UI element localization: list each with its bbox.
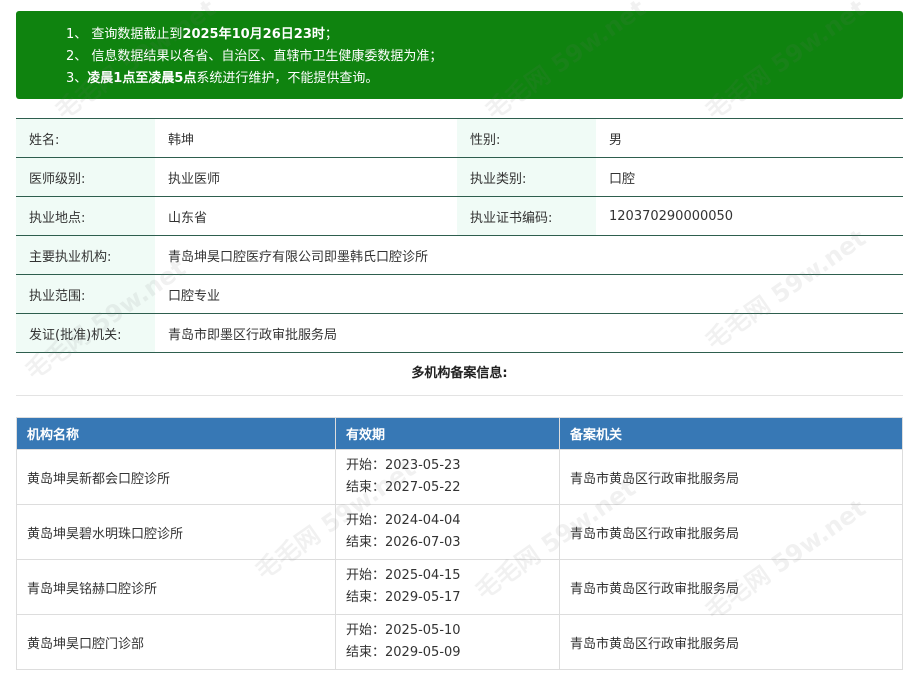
row-start-date: 开始：2025-05-10 xyxy=(346,623,461,638)
info-row-scope: 执业范围: 口腔专业 xyxy=(16,274,903,314)
multi-institution-title: 多机构备案信息: xyxy=(16,352,903,396)
level-value: 执业医师 xyxy=(168,171,221,187)
notice-banner: 1、 查询数据截止到2025年10月26日23时； 2、 信息数据结果以各省、自… xyxy=(16,11,903,99)
row-end-date: 结束：2029-05-17 xyxy=(346,590,461,605)
info-row-location: 执业地点: 山东省 执业证书编码: 120370290000050 xyxy=(16,196,903,236)
table-row: 黄岛坤昊口腔门诊部 开始：2025-05-10 结束：2029-05-09 青岛… xyxy=(16,614,903,670)
name-value: 韩坤 xyxy=(168,132,195,148)
row-validity: 开始：2023-05-23 结束：2027-05-22 xyxy=(335,449,560,505)
notice-line-3-suffix: 系统进行维护，不能提供查询。 xyxy=(196,71,379,86)
registry-table: 机构名称 有效期 备案机关 黄岛坤昊新都会口腔诊所 开始：2023-05-23 … xyxy=(16,417,903,670)
issuer-label: 发证(批准)机关: xyxy=(16,313,155,353)
notice-line-1: 1、 查询数据截止到2025年10月26日23时； xyxy=(66,24,903,46)
row-institution-name: 黄岛坤昊口腔门诊部 xyxy=(16,614,336,670)
registry-header-row: 机构名称 有效期 备案机关 xyxy=(16,417,903,450)
notice-line-3-time: 凌晨1点至凌晨5点 xyxy=(87,71,197,86)
institution-value: 青岛坤昊口腔医疗有限公司即墨韩氏口腔诊所 xyxy=(168,249,429,265)
row-start-date: 开始：2024-04-04 xyxy=(346,513,461,528)
institution-label: 主要执业机构: xyxy=(16,235,155,275)
header-institution-name: 机构名称 xyxy=(16,417,336,450)
row-start-date: 开始：2023-05-23 xyxy=(346,458,461,473)
row-end-date: 结束：2029-05-09 xyxy=(346,645,461,660)
notice-line-2: 2、 信息数据结果以各省、自治区、直辖市卫生健康委数据为准； xyxy=(66,49,443,64)
header-validity: 有效期 xyxy=(335,417,560,450)
level-label: 医师级别: xyxy=(16,157,155,197)
cert-value: 120370290000050 xyxy=(609,208,734,224)
row-end-date: 结束：2026-07-03 xyxy=(346,535,461,550)
table-row: 黄岛坤昊新都会口腔诊所 开始：2023-05-23 结束：2027-05-22 … xyxy=(16,449,903,505)
row-institution-name: 青岛坤昊铭赫口腔诊所 xyxy=(16,559,336,615)
info-row-level: 医师级别: 执业医师 执业类别: 口腔 xyxy=(16,157,903,197)
row-validity: 开始：2025-04-15 结束：2029-05-17 xyxy=(335,559,560,615)
info-row-issuer: 发证(批准)机关: 青岛市即墨区行政审批服务局 xyxy=(16,313,903,353)
doctor-info-table: 姓名: 韩坤 性别: 男 医师级别: 执业医师 执业类别: 口腔 执业地点: 山… xyxy=(16,118,903,353)
table-row: 青岛坤昊铭赫口腔诊所 开始：2025-04-15 结束：2029-05-17 青… xyxy=(16,559,903,615)
location-label: 执业地点: xyxy=(16,196,155,236)
category-value: 口腔 xyxy=(609,171,636,187)
table-row: 黄岛坤昊碧水明珠口腔诊所 开始：2024-04-04 结束：2026-07-03… xyxy=(16,504,903,560)
cert-label: 执业证书编码: xyxy=(457,196,596,236)
row-validity: 开始：2025-05-10 结束：2029-05-09 xyxy=(335,614,560,670)
scope-value: 口腔专业 xyxy=(168,288,221,304)
row-institution-name: 黄岛坤昊碧水明珠口腔诊所 xyxy=(16,504,336,560)
info-row-institution: 主要执业机构: 青岛坤昊口腔医疗有限公司即墨韩氏口腔诊所 xyxy=(16,235,903,275)
name-label: 姓名: xyxy=(16,118,155,158)
row-validity: 开始：2024-04-04 结束：2026-07-03 xyxy=(335,504,560,560)
row-authority: 青岛市黄岛区行政审批服务局 xyxy=(559,449,903,505)
gender-value: 男 xyxy=(609,132,623,148)
row-authority: 青岛市黄岛区行政审批服务局 xyxy=(559,559,903,615)
row-authority: 青岛市黄岛区行政审批服务局 xyxy=(559,614,903,670)
notice-line-1-suffix: ； xyxy=(324,27,338,42)
category-label: 执业类别: xyxy=(457,157,596,197)
row-institution-name: 黄岛坤昊新都会口腔诊所 xyxy=(16,449,336,505)
issuer-value: 青岛市即墨区行政审批服务局 xyxy=(168,327,338,343)
row-end-date: 结束：2027-05-22 xyxy=(346,480,461,495)
row-authority: 青岛市黄岛区行政审批服务局 xyxy=(559,504,903,560)
notice-line-1-date: 2025年10月26日23时 xyxy=(182,27,325,42)
notice-line-1-prefix: 1、 查询数据截止到 xyxy=(66,27,183,42)
info-row-name: 姓名: 韩坤 性别: 男 xyxy=(16,118,903,158)
notice-line-3: 3、凌晨1点至凌晨5点系统进行维护，不能提供查询。 xyxy=(66,68,903,90)
header-authority: 备案机关 xyxy=(559,417,903,450)
scope-label: 执业范围: xyxy=(16,274,155,314)
row-start-date: 开始：2025-04-15 xyxy=(346,568,461,583)
gender-label: 性别: xyxy=(457,118,596,158)
location-value: 山东省 xyxy=(168,210,208,226)
notice-line-3-prefix: 3、 xyxy=(66,71,88,86)
